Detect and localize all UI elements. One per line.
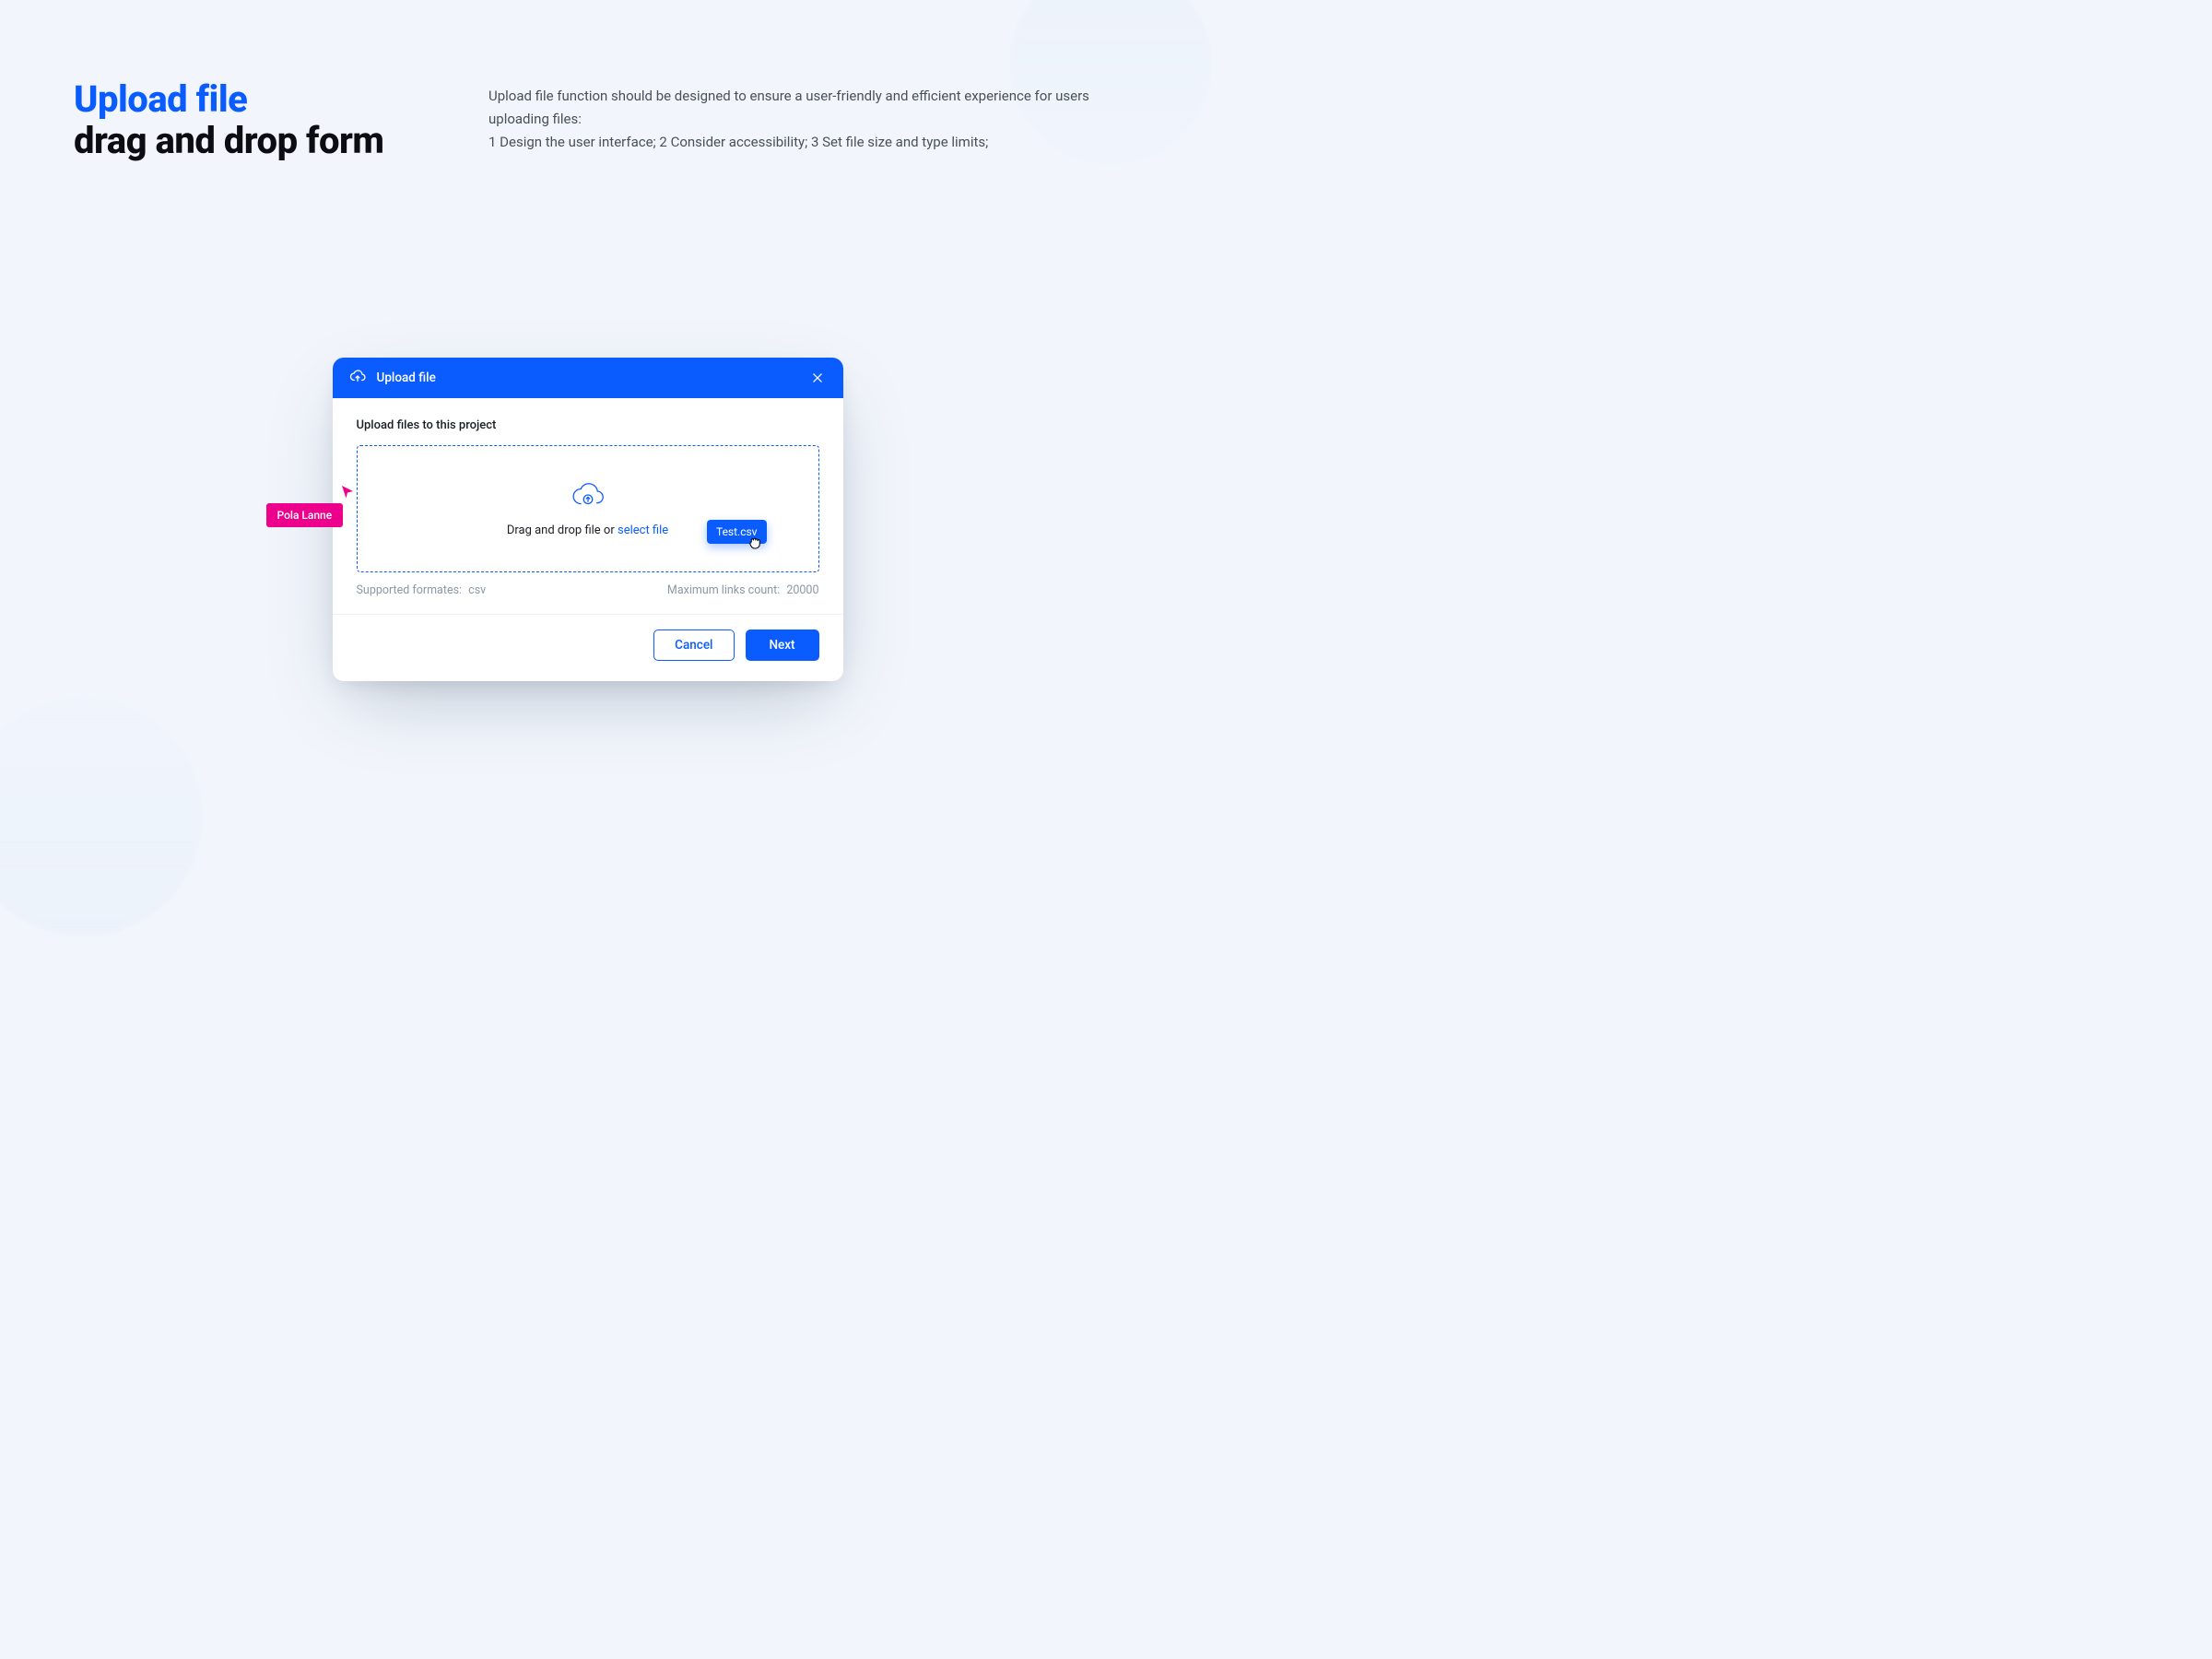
cloud-upload-icon (349, 368, 366, 388)
supported-formats-label: Supported formates: (357, 583, 463, 597)
upload-file-modal: Upload file Upload files to this project (333, 358, 843, 681)
close-icon (811, 371, 824, 384)
cloud-upload-large-icon (571, 481, 606, 512)
next-button[interactable]: Next (746, 629, 819, 661)
modal-footer: Cancel Next (333, 614, 843, 681)
upload-section-label: Upload files to this project (357, 418, 819, 432)
dropzone-meta: Supported formates: csv Maximum links co… (357, 583, 819, 597)
dropzone-text-prefix: Drag and drop file or (507, 524, 618, 537)
dragged-file-chip[interactable]: Test.csv (707, 520, 767, 544)
max-links: Maximum links count: 20000 (667, 583, 819, 597)
supported-formats-value: csv (468, 583, 486, 597)
max-links-label: Maximum links count: (667, 583, 780, 597)
file-dropzone[interactable]: Drag and drop file or select file Test.c… (357, 445, 819, 572)
page-description: Upload file function should be designed … (488, 85, 1097, 153)
cancel-button[interactable]: Cancel (653, 629, 734, 661)
close-button[interactable] (808, 369, 827, 387)
dropzone-instruction: Drag and drop file or select file (507, 524, 668, 537)
background-decoration-bottom-left (0, 697, 203, 936)
max-links-value: 20000 (786, 583, 818, 597)
modal-body: Upload files to this project Drag and dr… (333, 398, 843, 614)
modal-title: Upload file (377, 371, 797, 385)
page-header: Upload file drag and drop form Upload fi… (74, 79, 1101, 162)
modal-header: Upload file (333, 358, 843, 398)
page-title-main: drag and drop form (74, 120, 452, 162)
supported-formats: Supported formates: csv (357, 583, 487, 597)
page-title: Upload file drag and drop form (74, 79, 452, 162)
modal-stage: Pola Lanne Upload file (333, 358, 843, 681)
select-file-link[interactable]: select file (618, 524, 668, 537)
page-title-accent: Upload file (74, 79, 452, 120)
